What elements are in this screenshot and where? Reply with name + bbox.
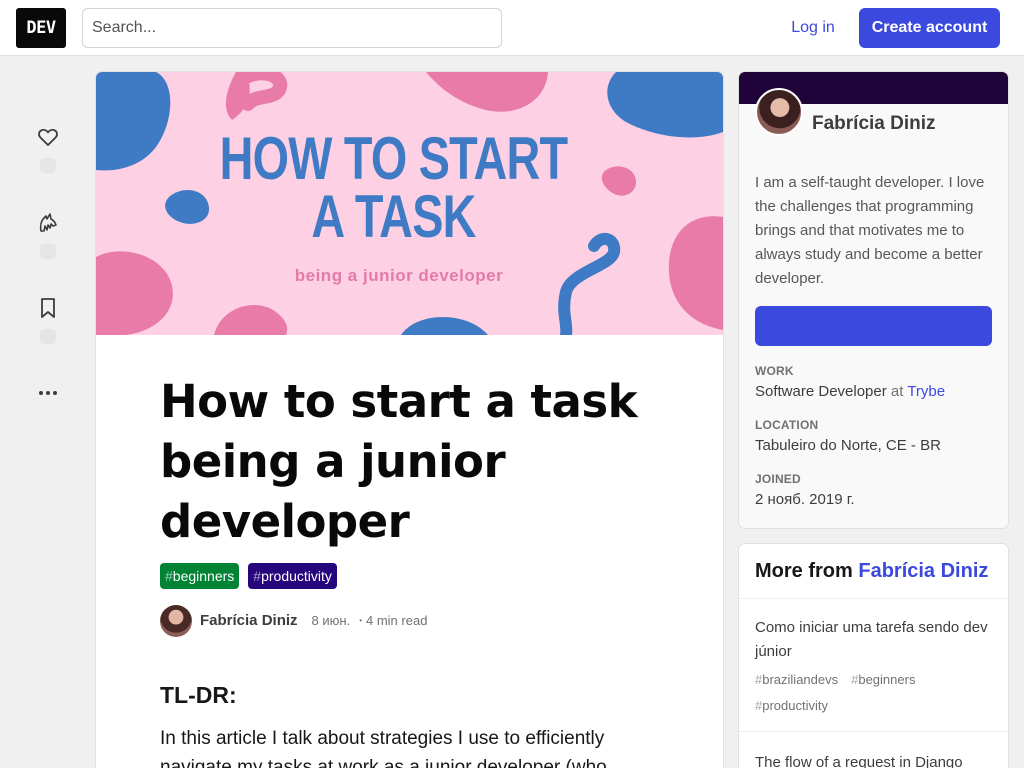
more-from-heading: More from Fabrícia Diniz xyxy=(739,544,1008,599)
more-from-item-title[interactable]: The flow of a request in Django xyxy=(755,751,992,768)
tag-beginners[interactable]: # beginners xyxy=(160,563,240,589)
profile-bio: I am a self-taught developer. I love the… xyxy=(755,174,985,287)
more-tag-beginners[interactable]: #beginners xyxy=(851,669,915,691)
cover-image: HOW TO START A TASK being a junior devel… xyxy=(96,72,723,335)
tag-productivity[interactable]: # productivity xyxy=(248,563,337,589)
work-at: at xyxy=(890,383,904,400)
read-time: 4 min read xyxy=(366,613,428,628)
cover-subtitle: being a junior developer xyxy=(294,266,504,285)
bookmark-count xyxy=(40,329,56,344)
work-label: WORK xyxy=(755,364,794,378)
like-count xyxy=(40,158,56,173)
more-from-item-title[interactable]: Como iniciar uma tarefa sendo dev júnior xyxy=(755,616,992,664)
more-from-item[interactable]: The flow of a request in Django xyxy=(739,751,1008,768)
unicorn-icon xyxy=(39,213,57,232)
article-paragraph: In this article I talk about strategies … xyxy=(160,728,607,768)
login-link[interactable]: Log in xyxy=(778,8,848,48)
more-from-card: More from Fabrícia Diniz Como iniciar um… xyxy=(739,544,1008,768)
dev-logo[interactable]: DEV xyxy=(16,8,66,48)
author-profile-card: Fabrícia Diniz I am a self-taught develo… xyxy=(739,72,1008,528)
location-label: LOCATION xyxy=(755,418,819,432)
more-tag-productivity[interactable]: #productivity xyxy=(755,695,828,717)
bookmark-reaction[interactable] xyxy=(28,296,68,344)
more-horizontal-icon xyxy=(39,391,57,395)
bookmark-icon xyxy=(41,298,55,318)
joined-label: JOINED xyxy=(755,472,801,486)
profile-avatar[interactable] xyxy=(755,88,803,136)
unicorn-count xyxy=(40,244,56,259)
author-name[interactable]: Fabrícia Diniz xyxy=(200,612,298,629)
unicorn-reaction[interactable] xyxy=(28,211,68,259)
more-actions-button[interactable] xyxy=(28,381,68,405)
profile-name[interactable]: Fabrícia Diniz xyxy=(812,113,936,135)
work-value: Software Developer at Trybe xyxy=(755,383,945,400)
more-from-item[interactable]: Como iniciar uma tarefa sendo dev júnior… xyxy=(739,616,1008,732)
follow-button[interactable] xyxy=(755,306,992,346)
article-title: How to start a task being a junior devel… xyxy=(160,375,638,548)
like-reaction[interactable] xyxy=(28,125,68,173)
more-tag-braziliandevs[interactable]: #braziliandevs xyxy=(755,669,838,691)
publish-date: 8 июн. xyxy=(311,613,351,628)
work-company[interactable]: Trybe xyxy=(907,383,945,400)
cover-title-line1: HOW TO START xyxy=(219,125,568,192)
article-meta: Fabrícia Diniz 8 июн. • 4 min read xyxy=(160,604,427,637)
joined-value: 2 нояб. 2019 г. xyxy=(755,491,855,508)
work-role: Software Developer xyxy=(755,383,887,400)
article-card: HOW TO START A TASK being a junior devel… xyxy=(96,72,723,768)
cover-title-line2: A TASK xyxy=(311,183,476,250)
location-value: Tabuleiro do Norte, CE - BR xyxy=(755,437,941,454)
more-from-prefix: More from xyxy=(755,560,853,582)
top-navigation-bar: DEV Log in Create account xyxy=(0,0,1024,56)
cover-title: HOW TO START A TASK xyxy=(161,125,625,250)
more-from-item-tags: #braziliandevs #beginners #productivity xyxy=(755,669,992,717)
article-tags: # beginners # productivity xyxy=(160,563,337,589)
heart-icon xyxy=(38,128,58,146)
search-input[interactable] xyxy=(82,8,502,48)
meta-separator: • xyxy=(359,616,362,625)
author-avatar[interactable] xyxy=(160,604,192,637)
more-from-author-link[interactable]: Fabrícia Diniz xyxy=(858,560,988,582)
create-account-button[interactable]: Create account xyxy=(859,8,1000,48)
section-heading: TL-DR: xyxy=(160,682,237,708)
